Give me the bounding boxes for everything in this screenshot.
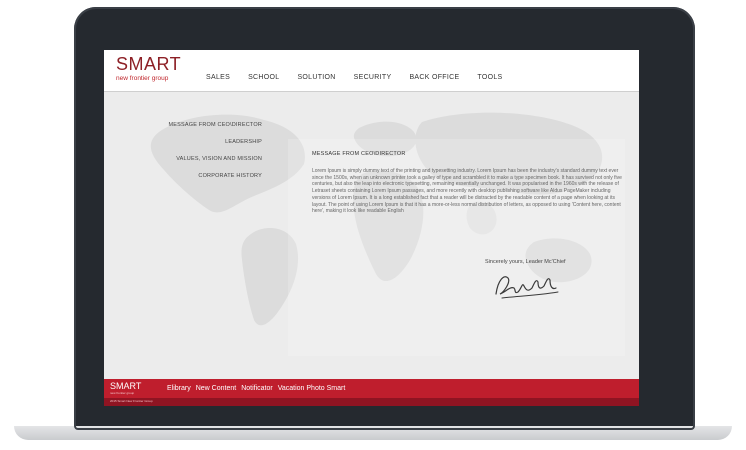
footer-link-vacation-photo[interactable]: Vacation Photo Smart — [278, 385, 346, 392]
sidebar-item-values[interactable]: VALUES, VISION AND MISSION — [144, 156, 262, 162]
content-body: Lorem Ipsum is simply dummy text of the … — [312, 168, 622, 215]
signoff-text: Sincerely yours, Leader Mc'Chief — [485, 259, 566, 265]
website-screen: SMART new frontier group SALES SCHOOL SO… — [104, 50, 639, 406]
nav-item-solution[interactable]: SOLUTION — [297, 74, 335, 81]
footer-logo-title: SMART — [110, 381, 142, 391]
sidebar-item-corporate-history[interactable]: CORPORATE HISTORY — [144, 173, 262, 179]
footer-copyright: 2015 Smart New Frontier Group — [110, 399, 153, 403]
footer-links: Elibrary New Content Notificator Vacatio… — [167, 385, 350, 392]
nav-item-security[interactable]: SECURITY — [354, 74, 392, 81]
footer-logo-subtitle: new frontier group — [110, 391, 135, 395]
footer-link-new-content[interactable]: New Content — [196, 385, 236, 392]
sidebar-item-leadership[interactable]: LEADERSHIP — [144, 139, 262, 145]
sidebar-item-ceo-message[interactable]: MESSAGE FROM CEO\DIRECTOR — [144, 122, 262, 128]
nav-item-school[interactable]: SCHOOL — [248, 74, 279, 81]
nav-item-tools[interactable]: TOOLS — [477, 74, 502, 81]
nav-item-sales[interactable]: SALES — [206, 74, 230, 81]
content-heading: MESSAGE FROM CEO\DIRECTOR — [312, 151, 406, 157]
smart-logo[interactable]: SMART new frontier group — [116, 54, 181, 83]
about-sidebar: MESSAGE FROM CEO\DIRECTOR LEADERSHIP VAL… — [144, 122, 262, 190]
footer-bottom-bar — [104, 398, 639, 406]
footer-link-notificator[interactable]: Notificator — [241, 385, 273, 392]
logo-subtitle: new frontier group — [116, 75, 169, 82]
nav-item-back-office[interactable]: BACK OFFICE — [409, 74, 459, 81]
laptop-base — [14, 426, 732, 440]
site-header: SMART new frontier group SALES SCHOOL SO… — [104, 50, 639, 92]
main-nav: SALES SCHOOL SOLUTION SECURITY BACK OFFI… — [206, 74, 521, 81]
logo-title: SMART — [116, 54, 182, 74]
signature-image — [495, 276, 559, 299]
footer-link-elibrary[interactable]: Elibrary — [167, 385, 191, 392]
footer-logo[interactable]: SMART new frontier group — [110, 381, 141, 395]
